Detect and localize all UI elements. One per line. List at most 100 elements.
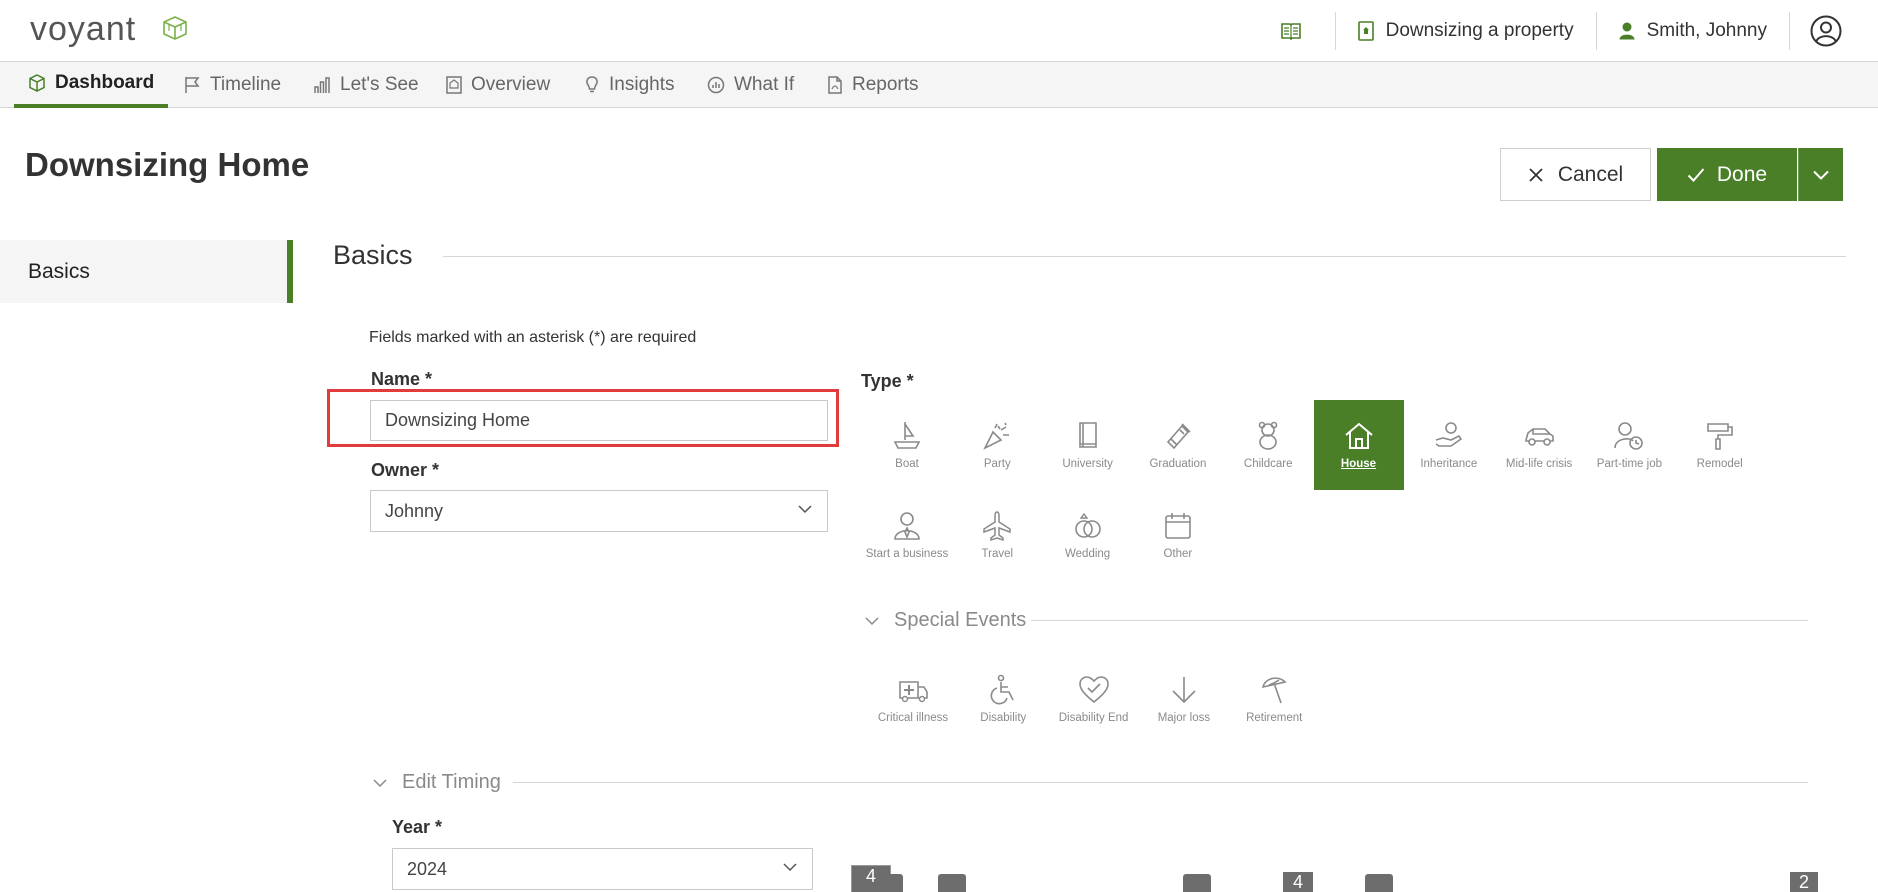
chevron-down-icon: [783, 863, 797, 872]
type-option-label: House: [1340, 458, 1377, 470]
type-option-childcare[interactable]: Childcare: [1223, 400, 1313, 490]
timeline-marker-count: 2: [1798, 872, 1809, 892]
chevron-down-icon: [373, 778, 387, 787]
checkmark-icon: [1687, 167, 1705, 182]
type-option-critical-illness[interactable]: Critical illness: [868, 654, 958, 744]
document-icon: [446, 76, 462, 94]
calendar-icon: [1162, 510, 1194, 542]
type-option-travel[interactable]: Travel: [952, 490, 1042, 580]
bar-chart-icon: [314, 77, 330, 93]
cube-icon: [29, 74, 45, 92]
tab-label: Overview: [471, 74, 551, 95]
person-clock-icon: [1613, 420, 1645, 452]
calendar-icon[interactable]: [1183, 874, 1211, 892]
teddy-bear-icon: [1252, 420, 1284, 452]
type-option-remodel[interactable]: Remodel: [1675, 400, 1765, 490]
tab-label: What If: [734, 74, 795, 95]
tab-dashboard[interactable]: Dashboard: [14, 62, 169, 108]
user-menu[interactable]: Smith, Johnny: [1595, 12, 1789, 50]
tab-label: Timeline: [210, 74, 282, 95]
cancel-label: Cancel: [1557, 162, 1624, 186]
calendar-icon[interactable]: [938, 874, 966, 892]
type-option-label: Graduation: [1149, 458, 1207, 470]
tab-timeline[interactable]: Timeline: [183, 62, 281, 108]
calendar-icon[interactable]: [1365, 874, 1393, 892]
required-fields-note: Fields marked with an asterisk (*) are r…: [369, 329, 697, 346]
beach-umbrella-icon: [1258, 674, 1290, 706]
type-option-graduation[interactable]: Graduation: [1133, 400, 1223, 490]
owner-value: Johnny: [385, 500, 444, 521]
done-options-button[interactable]: [1798, 148, 1843, 201]
type-option-major-loss[interactable]: Major loss: [1139, 654, 1229, 744]
owner-select[interactable]: Johnny: [370, 490, 828, 532]
type-option-boat[interactable]: Boat: [862, 400, 952, 490]
owner-label: Owner *: [371, 460, 440, 480]
edit-timing-divider: [513, 782, 1808, 783]
timeline-marker-count: 4: [865, 866, 876, 886]
type-option-party[interactable]: Party: [952, 400, 1042, 490]
edit-timing-toggle[interactable]: Edit Timing: [372, 771, 501, 794]
type-option-wedding[interactable]: Wedding: [1043, 490, 1133, 580]
sidebar-item-label: Basics: [28, 259, 90, 283]
year-select[interactable]: 2024: [392, 848, 813, 890]
tab-label: Let's See: [340, 74, 419, 95]
plane-icon: [981, 510, 1013, 542]
tab-insights[interactable]: Insights: [584, 62, 674, 108]
type-option-label: Other: [1163, 548, 1193, 560]
tab-what-if[interactable]: What If: [707, 62, 794, 108]
type-option-other[interactable]: Other: [1133, 490, 1223, 580]
done-label: Done: [1716, 162, 1768, 186]
tab-overview[interactable]: Overview: [446, 62, 550, 108]
guide-book-button[interactable]: [1259, 12, 1335, 50]
type-option-part-time-job[interactable]: Part-time job: [1584, 400, 1674, 490]
top-bar: voyant Downsizing a property Smith, John…: [0, 0, 1878, 62]
timeline-marker-count: 4: [1292, 872, 1303, 892]
wheelchair-icon: [987, 674, 1019, 706]
done-button[interactable]: Done: [1657, 148, 1797, 201]
plan-name: Downsizing a property: [1385, 20, 1574, 41]
type-option-label: Party: [983, 458, 1011, 470]
type-option-label: Part-time job: [1596, 458, 1662, 470]
user-name: Smith, Johnny: [1646, 20, 1767, 41]
special-events-divider: [1031, 620, 1808, 621]
tab-label: Reports: [852, 74, 919, 95]
special-events-toggle[interactable]: Special Events: [864, 609, 1026, 632]
name-label: Name *: [371, 369, 433, 389]
type-option-retirement[interactable]: Retirement: [1229, 654, 1319, 744]
timeline-marker[interactable]: 2: [1790, 872, 1818, 892]
rings-icon: [1072, 510, 1104, 542]
timeline-marker[interactable]: 4: [1283, 872, 1313, 892]
type-option-house[interactable]: House: [1313, 400, 1404, 490]
sidebar-item-basics[interactable]: Basics: [0, 240, 293, 303]
type-option-start-a-business[interactable]: Start a business: [862, 490, 952, 580]
type-option-label: Wedding: [1065, 548, 1111, 560]
tab-lets-see[interactable]: Let's See: [313, 62, 419, 108]
type-option-label: University: [1062, 458, 1113, 470]
name-field-highlight: [327, 389, 839, 447]
type-option-label: Childcare: [1243, 458, 1293, 470]
close-icon: [1529, 167, 1543, 182]
book-icon: [1280, 23, 1301, 40]
account-button[interactable]: [1789, 12, 1878, 50]
cancel-button[interactable]: Cancel: [1500, 148, 1651, 201]
type-option-label: Boat: [895, 458, 919, 470]
type-option-inheritance[interactable]: Inheritance: [1404, 400, 1494, 490]
calendar-icon: [877, 874, 903, 892]
type-option-disability-end[interactable]: Disability End: [1049, 654, 1139, 744]
special-events-heading: Special Events: [894, 609, 1027, 631]
logo-cube-icon: [163, 16, 187, 40]
plan-selector[interactable]: Downsizing a property: [1334, 12, 1596, 50]
type-option-university[interactable]: University: [1043, 400, 1133, 490]
heart-check-icon: [1078, 674, 1110, 706]
boat-icon: [891, 420, 923, 452]
chevron-down-icon: [865, 616, 879, 625]
type-option-label: Major loss: [1157, 712, 1211, 724]
book-icon: [1072, 420, 1104, 452]
brand-logo[interactable]: voyant: [30, 10, 136, 49]
tab-reports[interactable]: Reports: [827, 62, 919, 108]
section-title: Basics: [333, 240, 413, 270]
type-option-mid-life-crisis[interactable]: Mid-life crisis: [1494, 400, 1584, 490]
type-option-label: Retirement: [1246, 712, 1303, 724]
type-option-disability[interactable]: Disability: [958, 654, 1048, 744]
type-option-label: Travel: [981, 548, 1014, 560]
